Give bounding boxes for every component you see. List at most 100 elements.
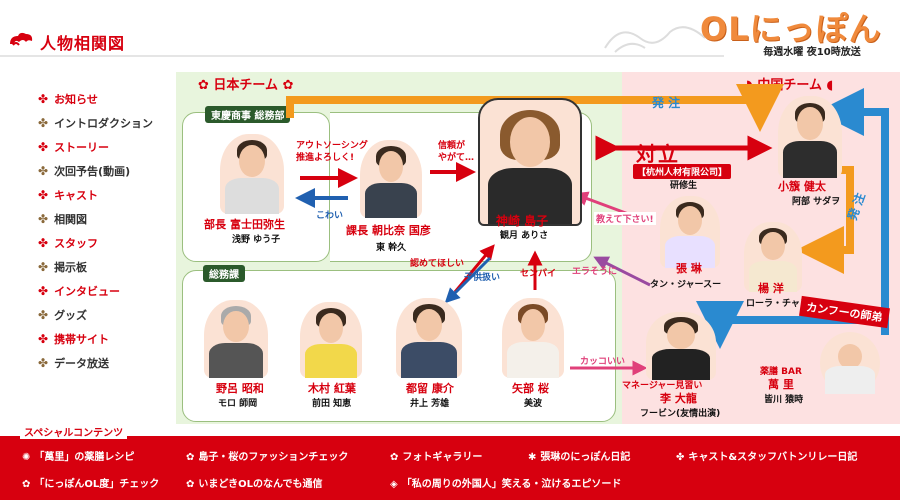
sidebar-item-news[interactable]: ✤ お知らせ — [38, 91, 98, 107]
special-contents-bar — [0, 436, 900, 500]
name-fujita: 部長 富士田弥生 — [204, 218, 285, 231]
relation-scary: こわい — [316, 211, 344, 221]
special-contents-heading: スペシャルコンテンツ — [20, 424, 128, 439]
sidebar-item-staff[interactable]: ✤ スタッフ — [38, 235, 98, 251]
name-yang: 楊 洋 — [758, 282, 784, 295]
flower-bullet-icon: ✤ — [38, 236, 49, 250]
faceoff-label: 対立 — [636, 142, 680, 166]
flower-bullet-icon: ✤ — [38, 164, 49, 178]
sidebar-item-mobile[interactable]: ✤ 携帯サイト — [38, 331, 109, 347]
relation-order-1: 発 注 — [652, 96, 681, 110]
sidebar-item-relations[interactable]: ✤ 相関図 — [38, 211, 87, 227]
name-kimura: 木村 紅葉 — [308, 382, 356, 395]
trainee-label: 研修生 — [670, 181, 698, 191]
flower-bullet-icon: ✤ — [38, 92, 49, 106]
flower-bullet-icon: ✤ — [38, 116, 49, 130]
name-yabe: 矢部 桜 — [512, 382, 549, 395]
portrait-fujita[interactable] — [220, 134, 284, 214]
link-photo-gallery[interactable]: ✿ フォトギャラリー — [390, 448, 482, 463]
portrait-zhang[interactable] — [660, 196, 720, 268]
flower-bullet-icon: ✤ — [38, 332, 49, 346]
relation-childish: 子供扱い — [464, 273, 501, 283]
relation-arrogant: エラそうに — [572, 267, 618, 277]
sidebar-item-interview[interactable]: ✤ インタビュー — [38, 283, 120, 299]
name-zhang: 張 琳 — [676, 262, 702, 275]
portrait-kohata[interactable] — [778, 96, 842, 178]
relation-please-teach: 教えて下さい! — [594, 212, 656, 225]
link-baton-relay[interactable]: ✤ キャスト&スタッフバトンリレー日記 — [676, 448, 857, 463]
portrait-manri[interactable] — [820, 332, 880, 394]
link-ol-check[interactable]: ✿ 「にっぽんOL度」チェック — [22, 475, 159, 490]
sidebar-item-data-broadcast[interactable]: ✤ データ放送 — [38, 355, 109, 371]
link-yakuzen-recipe[interactable]: ✺ 「萬里」の薬膳レシピ — [22, 448, 134, 463]
name-li: 李 大龍 — [660, 392, 697, 405]
china-team-header: ◗ 中国チーム ◖ — [746, 78, 834, 93]
page-root: { "header": { "title": "人物相関図", "show_lo… — [0, 0, 900, 500]
flower-bullet-icon: ✤ — [38, 260, 49, 274]
relation-outsourcing-2: 推進よろしく! — [296, 153, 355, 163]
relation-senpai: センパイ — [520, 269, 557, 279]
company-label: 【杭州人材有限公司】 — [633, 164, 732, 179]
name-kanzaki: 神崎 島子 — [496, 214, 549, 228]
flower-bullet-icon: ✤ — [38, 140, 49, 154]
fan-icon: ◗ — [746, 78, 758, 93]
actor-kanzaki: 観月 ありさ — [500, 231, 549, 241]
japan-team-header: ✿ 日本チーム ✿ — [198, 78, 294, 93]
flower-bullet-icon: ✤ — [38, 308, 49, 322]
portrait-asahina[interactable] — [360, 140, 422, 218]
actor-li: フービン(友情出演) — [640, 409, 721, 419]
portrait-kimura[interactable] — [300, 302, 362, 378]
link-foreigner-episodes[interactable]: ◈ 「私の周りの外国人」笑える・泣けるエピソード — [390, 475, 621, 490]
actor-kohata: 阿部 サダヲ — [792, 197, 841, 207]
portrait-tsuru[interactable] — [396, 298, 462, 378]
link-ol-report[interactable]: ✿ いまどきOLのなんでも通信 — [186, 475, 322, 490]
relation-trust-2: やがて… — [438, 153, 475, 163]
flower-icon: ✤ — [676, 452, 685, 463]
portrait-kanzaki[interactable] — [478, 98, 582, 226]
sidebar-item-bbs[interactable]: ✤ 掲示板 — [38, 259, 87, 275]
dept-label: 東慶商事 総務部 — [205, 106, 291, 123]
sidebar-item-preview[interactable]: ✤ 次回予告(動画) — [38, 163, 130, 179]
flower-icon: ✿ — [186, 479, 195, 490]
decorative-swirl-icon — [604, 26, 706, 53]
relation-cool: カッコいい — [580, 357, 626, 367]
flower-icon: ✺ — [22, 452, 31, 463]
flower-icon: ✿ — [22, 479, 31, 490]
portrait-yabe[interactable] — [502, 298, 564, 378]
name-noro: 野呂 昭和 — [216, 382, 264, 395]
cloud-logo-icon — [10, 32, 33, 46]
flower-icon: ✿ — [278, 78, 294, 93]
flower-bullet-icon: ✤ — [38, 188, 49, 202]
flower-icon: ✱ — [528, 452, 537, 463]
broadcast-schedule: 毎週水曜 夜10時放送 — [724, 44, 900, 61]
actor-kimura: 前田 知恵 — [312, 399, 352, 409]
actor-manri: 皆川 猿時 — [764, 395, 804, 405]
actor-fujita: 浅野 ゆう子 — [232, 235, 281, 245]
sidebar-item-cast[interactable]: ✤ キャスト — [38, 187, 98, 203]
actor-yabe: 美波 — [524, 399, 543, 409]
name-manri: 萬 里 — [768, 378, 794, 391]
sidebar-item-introduction[interactable]: ✤ イントロダクション — [38, 115, 153, 131]
portrait-li[interactable] — [646, 312, 716, 380]
link-fashion-check[interactable]: ✿ 島子・桜のファッションチェック — [186, 448, 348, 463]
diamond-icon: ◈ — [390, 479, 398, 490]
flower-bullet-icon: ✤ — [38, 284, 49, 298]
name-kohata: 小籏 健太 — [778, 180, 826, 193]
actor-noro: モロ 師岡 — [218, 399, 258, 409]
portrait-noro[interactable] — [204, 300, 268, 378]
actor-zhang: タン・ジャースー — [650, 280, 722, 290]
name-tsuru: 都留 康介 — [406, 382, 454, 395]
section-label: 総務課 — [203, 265, 245, 282]
flower-icon: ✿ — [186, 452, 195, 463]
actor-asahina: 東 幹久 — [376, 243, 407, 253]
flower-icon: ✿ — [198, 78, 214, 93]
relation-acknowledge: 認めてほしい — [410, 259, 465, 269]
link-zhang-diary[interactable]: ✱ 張琳のにっぽん日記 — [528, 448, 630, 463]
actor-tsuru: 井上 芳雄 — [410, 399, 450, 409]
sidebar-item-story[interactable]: ✤ ストーリー — [38, 139, 109, 155]
name-asahina: 課長 朝比奈 国彦 — [346, 224, 431, 237]
fan-icon: ◖ — [822, 78, 834, 93]
sidebar-item-goods[interactable]: ✤ グッズ — [38, 307, 87, 323]
flower-bullet-icon: ✤ — [38, 212, 49, 226]
flower-bullet-icon: ✤ — [38, 356, 49, 370]
